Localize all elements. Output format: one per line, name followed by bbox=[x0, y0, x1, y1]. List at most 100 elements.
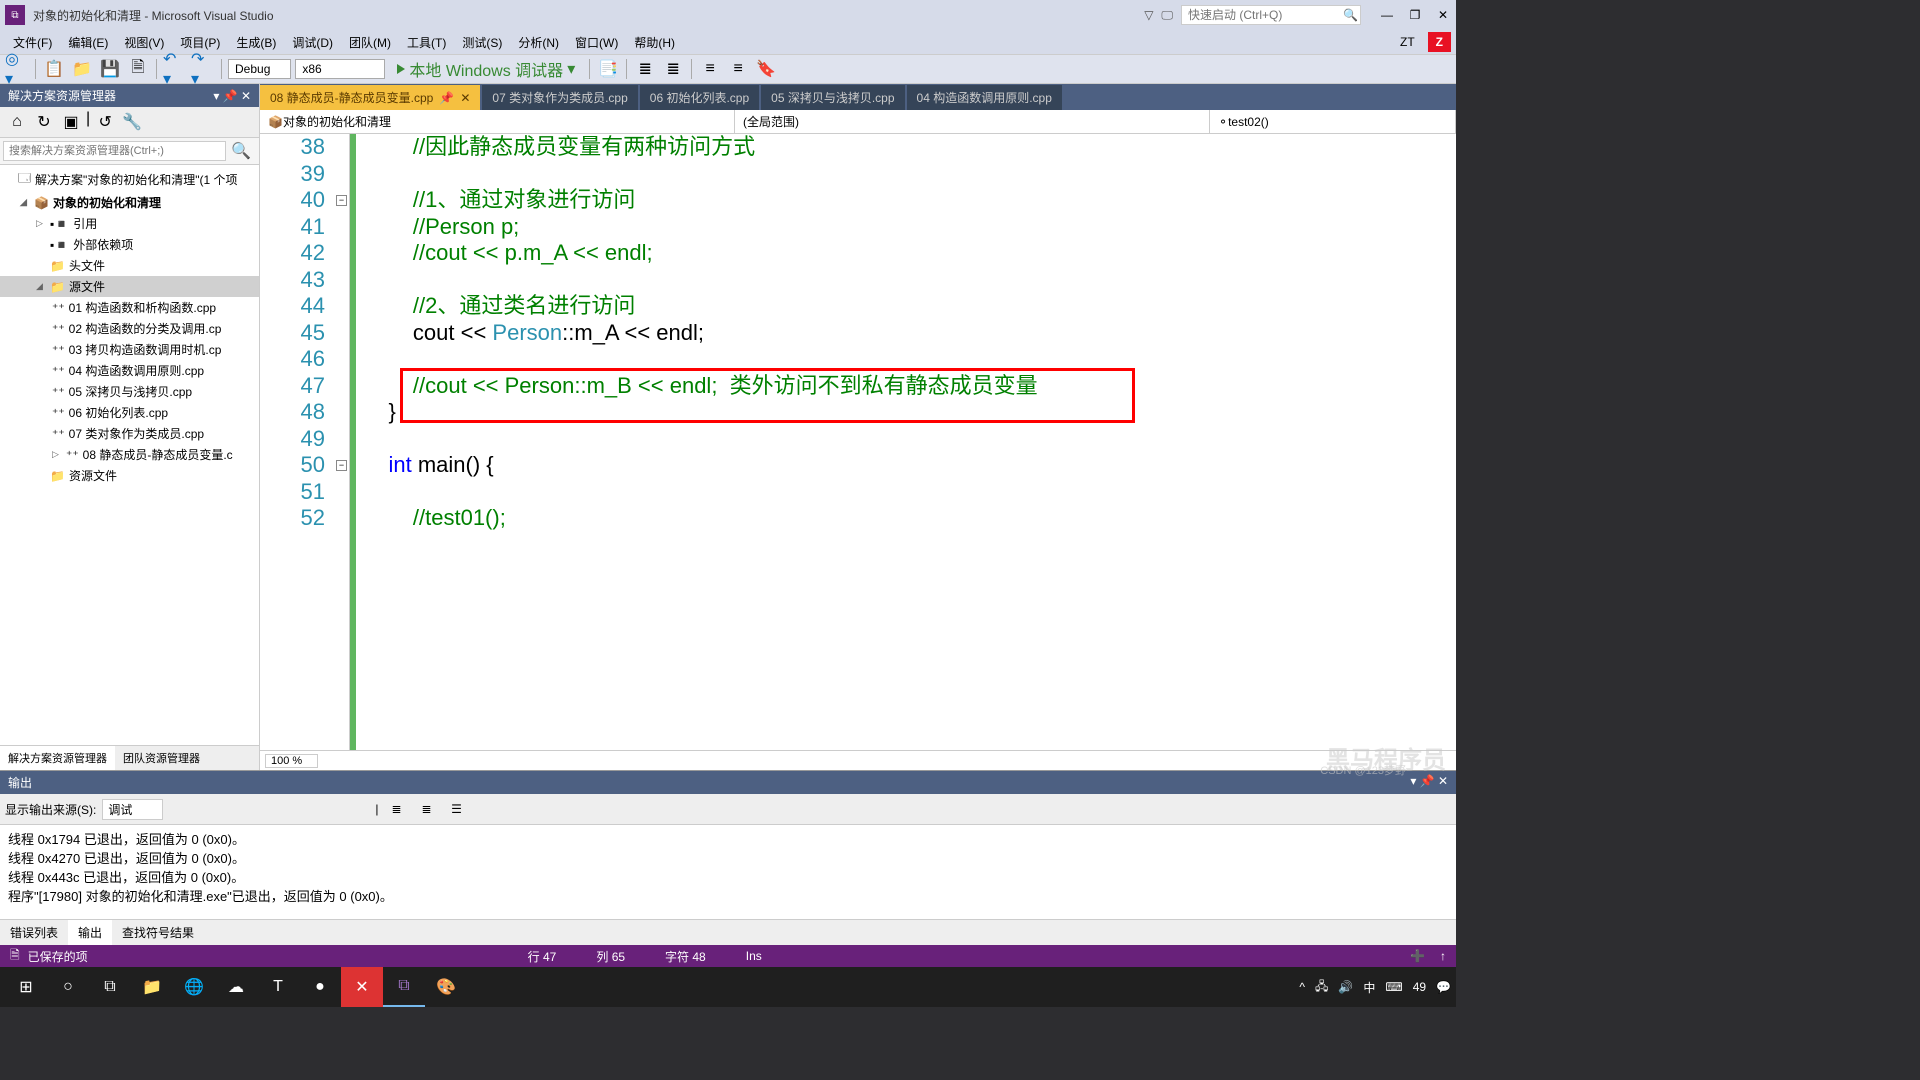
vs-taskbar-icon[interactable]: ⧉ bbox=[383, 967, 425, 1007]
clock[interactable]: 49 bbox=[1413, 980, 1426, 994]
user-label[interactable]: ZT bbox=[1392, 32, 1423, 52]
headers-node[interactable]: 📁 头文件 bbox=[0, 255, 259, 276]
project-node[interactable]: ◢📦 对象的初始化和清理 bbox=[0, 192, 259, 213]
member-dropdown[interactable]: ⚬ test02() bbox=[1210, 110, 1456, 133]
context-dropdown[interactable]: (全局范围) bbox=[735, 110, 1210, 133]
solution-search-input[interactable] bbox=[3, 141, 226, 161]
cortana-icon[interactable]: ○ bbox=[47, 967, 89, 1007]
file-item[interactable]: ⁺⁺ 01 构造函数和析构函数.cpp bbox=[0, 297, 259, 318]
minimize-button[interactable]: — bbox=[1379, 7, 1395, 23]
file-item[interactable]: ▷⁺⁺ 08 静态成员-静态成员变量.c bbox=[0, 444, 259, 465]
platform-dropdown[interactable]: x86 bbox=[295, 59, 385, 79]
volume-icon[interactable]: 🔊 bbox=[1338, 980, 1353, 994]
code-editor[interactable]: 383940414243444546474849505152 −− //因此静态… bbox=[260, 134, 1456, 750]
tab-solution-explorer[interactable]: 解决方案资源管理器 bbox=[0, 746, 115, 770]
save-button[interactable]: 💾 bbox=[98, 57, 122, 81]
maximize-button[interactable]: ❐ bbox=[1407, 7, 1423, 23]
editor-tab[interactable]: 04 构造函数调用原则.cpp bbox=[907, 85, 1062, 110]
external-deps-node[interactable]: ▪◾ 外部依赖项 bbox=[0, 234, 259, 255]
file-item[interactable]: ⁺⁺ 05 深拷贝与浅拷贝.cpp bbox=[0, 381, 259, 402]
sources-node[interactable]: ◢📁 源文件 bbox=[0, 276, 259, 297]
editor-tab[interactable]: 07 类对象作为类成员.cpp bbox=[482, 85, 637, 110]
input-icon[interactable]: ⌨ bbox=[1385, 980, 1402, 994]
menu-tools[interactable]: 工具(T) bbox=[399, 31, 454, 54]
editor-tab[interactable]: 06 初始化列表.cpp bbox=[640, 85, 759, 110]
solution-tree[interactable]: 🗔 解决方案"对象的初始化和清理"(1 个项 ◢📦 对象的初始化和清理 ▷▪◾ … bbox=[0, 165, 259, 745]
zoom-dropdown[interactable]: 100 % bbox=[265, 754, 318, 768]
undo-button[interactable]: ↶ ▾ bbox=[163, 57, 187, 81]
properties-icon[interactable]: 🔧 bbox=[120, 110, 144, 134]
network-icon[interactable]: 🖧 bbox=[1315, 977, 1328, 998]
tab-find-results[interactable]: 查找符号结果 bbox=[112, 920, 204, 945]
notifications-icon[interactable]: 💬 bbox=[1436, 980, 1451, 994]
toggle-icon[interactable]: ☰ bbox=[444, 797, 468, 821]
browser-icon[interactable]: 🌐 bbox=[173, 967, 215, 1007]
menu-window[interactable]: 窗口(W) bbox=[567, 31, 626, 54]
typora-icon[interactable]: T bbox=[257, 967, 299, 1007]
fold-gutter[interactable]: −− bbox=[335, 134, 350, 750]
outdent-button[interactable]: ≣ bbox=[661, 57, 685, 81]
open-file-button[interactable]: 📁 bbox=[70, 57, 94, 81]
add-button-icon[interactable]: ➕ bbox=[1410, 949, 1425, 963]
nav-back-button[interactable]: ◎ ▾ bbox=[5, 57, 29, 81]
sync-icon[interactable]: ↺ bbox=[93, 110, 117, 134]
menu-test[interactable]: 测试(S) bbox=[454, 31, 510, 54]
resources-node[interactable]: 📁 资源文件 bbox=[0, 465, 259, 486]
clear-icon[interactable]: ≣ bbox=[384, 797, 408, 821]
home-icon[interactable]: ⌂ bbox=[5, 110, 29, 134]
tab-error-list[interactable]: 错误列表 bbox=[0, 920, 68, 945]
file-item[interactable]: ⁺⁺ 07 类对象作为类成员.cpp bbox=[0, 423, 259, 444]
uncomment-button[interactable]: ≡ bbox=[726, 57, 750, 81]
references-node[interactable]: ▷▪◾ 引用 bbox=[0, 213, 259, 234]
file-item[interactable]: ⁺⁺ 03 拷贝构造函数调用时机.cp bbox=[0, 339, 259, 360]
explorer-icon[interactable]: 📁 bbox=[131, 967, 173, 1007]
menu-edit[interactable]: 编辑(E) bbox=[60, 31, 116, 54]
ime-icon[interactable]: 中 bbox=[1363, 979, 1375, 996]
editor-tab[interactable]: 08 静态成员-静态成员变量.cpp📌✕ bbox=[260, 85, 480, 110]
notifications-icon[interactable]: ▽ bbox=[1144, 8, 1153, 22]
tab-team-explorer[interactable]: 团队资源管理器 bbox=[115, 746, 208, 770]
comment-button[interactable]: ≡ bbox=[698, 57, 722, 81]
save-all-button[interactable]: 🗎 bbox=[126, 57, 150, 81]
search-icon[interactable]: 🔍 bbox=[226, 141, 256, 161]
config-dropdown[interactable]: Debug bbox=[228, 59, 291, 79]
wechat-icon[interactable]: ● bbox=[299, 967, 341, 1007]
publish-icon[interactable]: ↑ bbox=[1440, 949, 1446, 963]
file-item[interactable]: ⁺⁺ 04 构造函数调用原则.cpp bbox=[0, 360, 259, 381]
bookmark-button[interactable]: 🔖 bbox=[754, 57, 778, 81]
menu-debug[interactable]: 调试(D) bbox=[284, 31, 341, 54]
start-debug-button[interactable]: 本地 Windows 调试器 ▾ bbox=[389, 57, 583, 81]
quick-launch[interactable]: 🔍 bbox=[1181, 5, 1361, 25]
indent-button[interactable]: ≣ bbox=[633, 57, 657, 81]
menu-analyze[interactable]: 分析(N) bbox=[510, 31, 567, 54]
close-button[interactable]: ✕ bbox=[1435, 7, 1451, 23]
search-icon[interactable]: 🔍 bbox=[1343, 8, 1358, 22]
menu-team[interactable]: 团队(M) bbox=[341, 31, 399, 54]
editor-tab[interactable]: 05 深拷贝与浅拷贝.cpp bbox=[761, 85, 904, 110]
solution-node[interactable]: 🗔 解决方案"对象的初始化和清理"(1 个项 bbox=[0, 167, 259, 192]
app-icon[interactable]: ✕ bbox=[341, 967, 383, 1007]
refresh-icon[interactable]: ↻ bbox=[32, 110, 56, 134]
feedback-icon[interactable]: 🖵 bbox=[1161, 8, 1173, 23]
menu-build[interactable]: 生成(B) bbox=[228, 31, 284, 54]
pin-icon[interactable]: 📌 bbox=[439, 91, 454, 105]
output-source-dropdown[interactable]: 调试 bbox=[102, 799, 163, 820]
file-item[interactable]: ⁺⁺ 02 构造函数的分类及调用.cp bbox=[0, 318, 259, 339]
collapse-icon[interactable]: ▣ bbox=[59, 110, 83, 134]
close-icon[interactable]: ✕ bbox=[460, 91, 470, 105]
cloud-icon[interactable]: ☁ bbox=[215, 967, 257, 1007]
step-button[interactable]: 📑 bbox=[596, 57, 620, 81]
new-project-button[interactable]: 📋 bbox=[42, 57, 66, 81]
paint-icon[interactable]: 🎨 bbox=[425, 967, 467, 1007]
tray-chevron-icon[interactable]: ^ bbox=[1299, 980, 1305, 994]
redo-button[interactable]: ↷ ▾ bbox=[191, 57, 215, 81]
start-button[interactable]: ⊞ bbox=[5, 967, 47, 1007]
task-view-icon[interactable]: ⧉ bbox=[89, 967, 131, 1007]
quick-launch-input[interactable] bbox=[1188, 8, 1343, 22]
scope-dropdown[interactable]: 📦 对象的初始化和清理 bbox=[260, 110, 735, 133]
wrap-icon[interactable]: ≣ bbox=[414, 797, 438, 821]
menu-help[interactable]: 帮助(H) bbox=[626, 31, 683, 54]
user-badge[interactable]: Z bbox=[1428, 32, 1451, 52]
file-item[interactable]: ⁺⁺ 06 初始化列表.cpp bbox=[0, 402, 259, 423]
tab-output[interactable]: 输出 bbox=[68, 920, 112, 945]
